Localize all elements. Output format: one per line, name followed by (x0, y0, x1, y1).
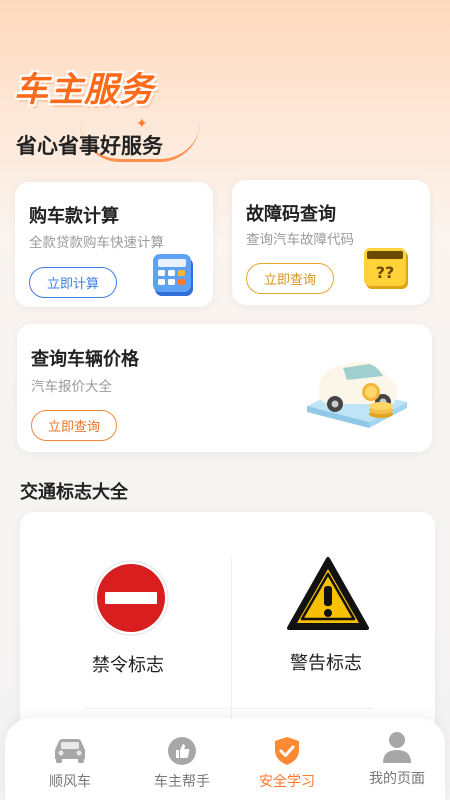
tab-rideshare[interactable]: 顺风车 (20, 718, 120, 800)
traffic-signs-panel: 禁令标志 警告标志 (20, 512, 435, 742)
sign-label: 禁令标志 (92, 655, 164, 676)
section-title-traffic-signs: 交通标志大全 (20, 482, 128, 503)
car-icon (55, 739, 85, 763)
card-title: 查询车辆价格 (31, 349, 139, 370)
prohibition-sign-item[interactable]: 禁令标志 (20, 512, 231, 712)
fault-code-icon: ?? (364, 248, 408, 289)
tab-my-page[interactable]: 我的页面 (347, 718, 447, 800)
bottom-tab-bar: 顺风车 车主帮手 安全学习 我的页面 (5, 718, 445, 800)
warning-sign-icon (287, 557, 369, 630)
svg-text:??: ?? (376, 263, 395, 282)
card-description: 汽车报价大全 (31, 379, 112, 395)
warning-sign-item[interactable]: 警告标志 (232, 512, 435, 712)
card-title: 购车款计算 (29, 206, 119, 227)
car-coins-icon (307, 361, 407, 428)
calculate-now-button[interactable]: 立即计算 (29, 267, 117, 298)
user-icon (383, 732, 411, 763)
page-subtitle: 省心省事好服务 (16, 134, 163, 158)
thumbs-up-icon (168, 737, 196, 765)
tab-label: 我的页面 (369, 771, 425, 787)
query-price-button[interactable]: 立即查询 (31, 410, 117, 441)
sign-label: 警告标志 (290, 653, 362, 674)
page-title: 车主服务 (14, 70, 154, 110)
tab-label: 车主帮手 (154, 774, 210, 790)
tab-label: 顺风车 (49, 774, 91, 790)
no-entry-sign-icon (93, 560, 169, 636)
card-title: 故障码查询 (246, 204, 336, 225)
card-description: 查询汽车故障代码 (246, 232, 354, 248)
shield-check-icon (275, 737, 299, 765)
tab-label: 安全学习 (259, 774, 315, 790)
vehicle-price-card[interactable]: 查询车辆价格 汽车报价大全 立即查询 (17, 324, 432, 452)
fault-code-card[interactable]: 故障码查询 查询汽车故障代码 立即查询 ?? (232, 180, 430, 305)
tab-owner-helper[interactable]: 车主帮手 (132, 718, 232, 800)
card-description: 全款贷款购车快速计算 (29, 235, 164, 251)
calculator-icon (153, 254, 193, 296)
purchase-calculator-card[interactable]: 购车款计算 全款贷款购车快速计算 立即计算 (15, 182, 213, 307)
query-fault-button[interactable]: 立即查询 (246, 263, 334, 294)
tab-safety-learning[interactable]: 安全学习 (237, 718, 337, 800)
